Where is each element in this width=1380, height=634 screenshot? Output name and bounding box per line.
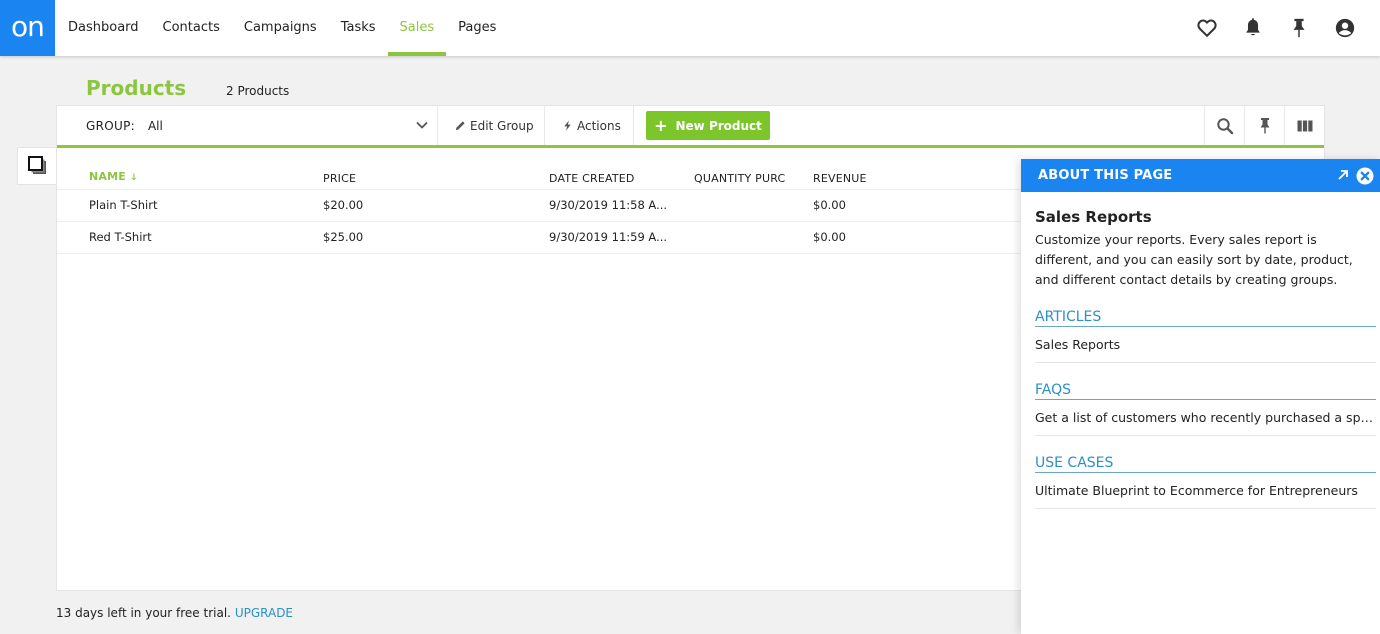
use-cases-title[interactable]: USE CASES — [1035, 454, 1376, 473]
new-product-button[interactable]: + New Product — [646, 111, 770, 140]
articles-title[interactable]: ARTICLES — [1035, 308, 1376, 327]
column-header-revenue[interactable]: REVENUE — [813, 172, 867, 185]
columns-icon — [1297, 120, 1312, 131]
stacked-squares-icon — [27, 156, 46, 174]
edit-group-label: Edit Group — [470, 118, 534, 133]
new-product-label: New Product — [675, 118, 762, 133]
ontraport-logo[interactable]: on — [0, 0, 55, 56]
cell-name: Plain T-Shirt — [89, 198, 158, 212]
nav-icons — [1184, 0, 1368, 56]
group-label: GROUP: — [86, 118, 135, 133]
column-header-name-label: NAME — [89, 170, 126, 183]
faqs-title[interactable]: FAQS — [1035, 381, 1376, 400]
nav-item-pages[interactable]: Pages — [446, 0, 508, 56]
close-icon[interactable] — [1356, 167, 1374, 185]
nav-item-campaigns[interactable]: Campaigns — [232, 0, 329, 56]
column-header-date-created[interactable]: DATE CREATED — [549, 172, 635, 185]
search-icon — [1216, 117, 1233, 134]
article-link[interactable]: Sales Reports — [1035, 327, 1376, 363]
toolbar: GROUP: All Edit Group Actions + New Prod… — [57, 106, 1324, 148]
column-header-name[interactable]: NAME ↓ — [89, 170, 138, 183]
group-value: All — [147, 118, 163, 133]
trial-notice: 13 days left in your free trial. UPGRADE — [56, 606, 293, 620]
sort-down-arrow-icon: ↓ — [129, 173, 138, 183]
actions-button[interactable]: Actions — [545, 106, 634, 145]
articles-section: ARTICLES Sales Reports — [1035, 308, 1376, 363]
faq-link[interactable]: Get a list of customers who recently pur… — [1035, 400, 1376, 436]
nav-item-sales[interactable]: Sales — [387, 0, 447, 56]
about-description: Customize your reports. Every sales repo… — [1035, 232, 1353, 287]
cell-revenue: $0.00 — [813, 230, 846, 244]
expand-arrow-icon[interactable] — [1336, 168, 1350, 182]
pin-view-button[interactable] — [1244, 106, 1284, 145]
pin-button[interactable] — [1276, 0, 1322, 56]
account-button[interactable] — [1322, 0, 1368, 56]
cell-revenue: $0.00 — [813, 198, 846, 212]
main-nav: Dashboard Contacts Campaigns Tasks Sales… — [56, 0, 508, 56]
product-count: 2 Products — [226, 84, 290, 98]
cell-date-created: 9/30/2019 11:59 A... — [549, 230, 668, 244]
group-select[interactable]: GROUP: All — [57, 106, 438, 145]
top-navigation: on Dashboard Contacts Campaigns Tasks Sa… — [0, 0, 1380, 56]
cell-price: $20.00 — [323, 198, 364, 212]
collection-panel-toggle[interactable] — [17, 147, 57, 185]
pencil-icon — [455, 121, 465, 131]
search-button[interactable] — [1204, 106, 1244, 145]
toolbar-right-icons — [1204, 106, 1324, 145]
chevron-down-icon — [416, 121, 428, 129]
about-panel-body: Sales Reports Customize your reports. Ev… — [1021, 192, 1380, 509]
actions-label: Actions — [577, 118, 621, 133]
user-account-icon — [1335, 18, 1355, 38]
faqs-section: FAQS Get a list of customers who recentl… — [1035, 381, 1376, 436]
lightning-icon — [564, 120, 571, 131]
use-cases-section: USE CASES Ultimate Blueprint to Ecommerc… — [1035, 454, 1376, 509]
nav-item-dashboard[interactable]: Dashboard — [56, 0, 151, 56]
page-title: Products — [86, 76, 187, 100]
bell-icon — [1246, 18, 1260, 36]
column-header-price[interactable]: PRICE — [323, 172, 356, 185]
nav-item-contacts[interactable]: Contacts — [151, 0, 232, 56]
plus-icon: + — [654, 116, 668, 135]
column-header-quantity-purchased[interactable]: QUANTITY PURC — [694, 172, 785, 185]
cell-date-created: 9/30/2019 11:58 A... — [549, 198, 668, 212]
edit-group-button[interactable]: Edit Group — [438, 106, 545, 145]
trial-text: 13 days left in your free trial. — [56, 606, 231, 620]
about-this-page-panel: ABOUT THIS PAGE Sales Reports Customize … — [1021, 159, 1380, 634]
notifications-button[interactable] — [1230, 0, 1276, 56]
cell-name: Red T-Shirt — [89, 230, 152, 244]
pin-icon — [1293, 18, 1305, 38]
cell-price: $25.00 — [323, 230, 364, 244]
heart-icon — [1197, 19, 1217, 37]
about-panel-header: ABOUT THIS PAGE — [1021, 159, 1380, 192]
upgrade-link[interactable]: UPGRADE — [235, 606, 293, 620]
pin-icon — [1260, 117, 1269, 133]
favorites-button[interactable] — [1184, 0, 1230, 56]
about-panel-title: ABOUT THIS PAGE — [1038, 168, 1173, 183]
about-heading: Sales Reports — [1035, 208, 1152, 226]
nav-item-tasks[interactable]: Tasks — [329, 0, 388, 56]
columns-button[interactable] — [1284, 106, 1324, 145]
use-case-link[interactable]: Ultimate Blueprint to Ecommerce for Entr… — [1035, 473, 1376, 509]
